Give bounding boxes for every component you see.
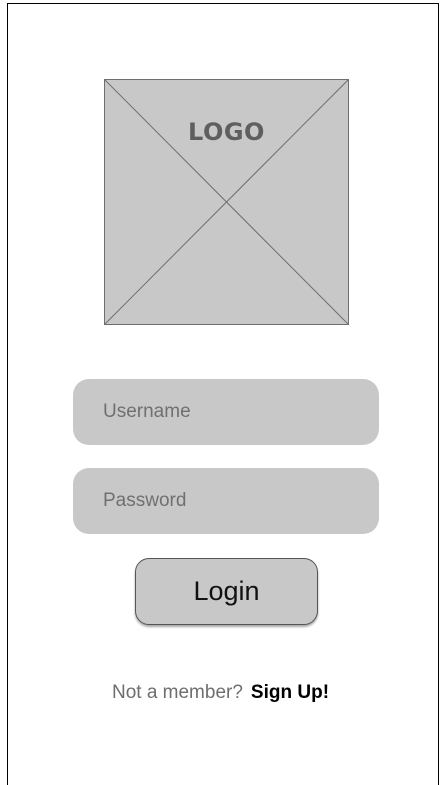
logo-placeholder: LOGO [104, 79, 349, 325]
username-input[interactable] [73, 379, 379, 445]
logo-label: LOGO [188, 118, 265, 146]
login-button[interactable]: Login [135, 558, 318, 625]
logo-placeholder-cross-icon [105, 80, 348, 324]
signup-link[interactable]: Sign Up! [251, 682, 329, 703]
signup-row: Not a member? Sign Up! [0, 682, 441, 704]
password-input[interactable] [73, 468, 379, 534]
signup-prompt: Not a member? [111, 682, 243, 703]
